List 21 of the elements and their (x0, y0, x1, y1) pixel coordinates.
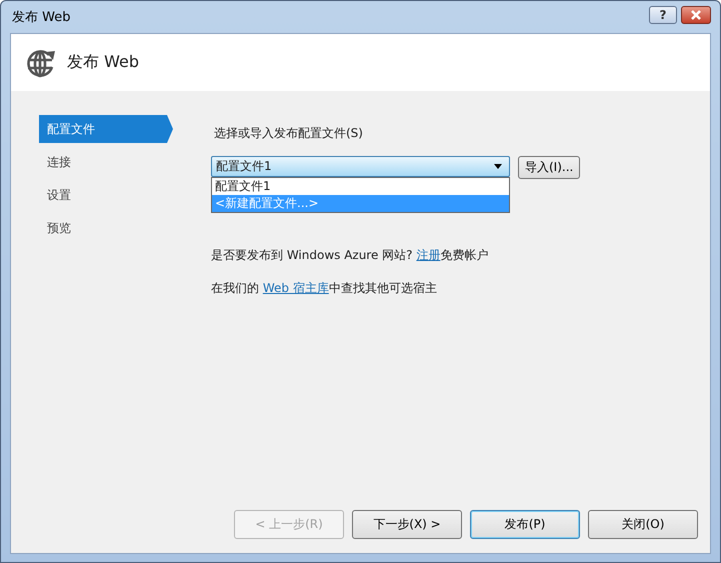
profile-dropdown[interactable]: 配置文件1 (211, 156, 510, 177)
header-title: 发布 Web (67, 52, 139, 73)
nav-item[interactable]: 连接 (39, 148, 167, 176)
window-title: 发布 Web (11, 9, 70, 26)
help-button[interactable]: ? (649, 6, 677, 24)
azure-sentence: 是否要发布到 Windows Azure 网站? 注册免费帐户 (211, 247, 490, 264)
import-button[interactable]: 导入(I)... (518, 156, 580, 179)
footer-button[interactable]: 关闭(O) (588, 510, 698, 539)
footer-button[interactable]: 发布(P) (470, 510, 580, 539)
close-icon (690, 10, 702, 20)
footer-button[interactable]: 下一步(X) > (352, 510, 462, 539)
dropdown-option[interactable]: 配置文件1 (212, 178, 509, 195)
register-link[interactable]: 注册 (416, 248, 440, 262)
close-button[interactable] (681, 6, 711, 24)
nav-item[interactable]: 预览 (39, 214, 167, 242)
hosts-sentence: 在我们的 Web 宿主库中查找其他可选宿主 (211, 280, 438, 297)
hosts-link[interactable]: Web 宿主库 (262, 281, 329, 295)
caret-icon (494, 164, 502, 169)
nav-item[interactable]: 设置 (39, 181, 167, 209)
nav-item[interactable]: 配置文件 (39, 115, 173, 143)
section-label: 选择或导入发布配置文件(S) (213, 125, 364, 142)
